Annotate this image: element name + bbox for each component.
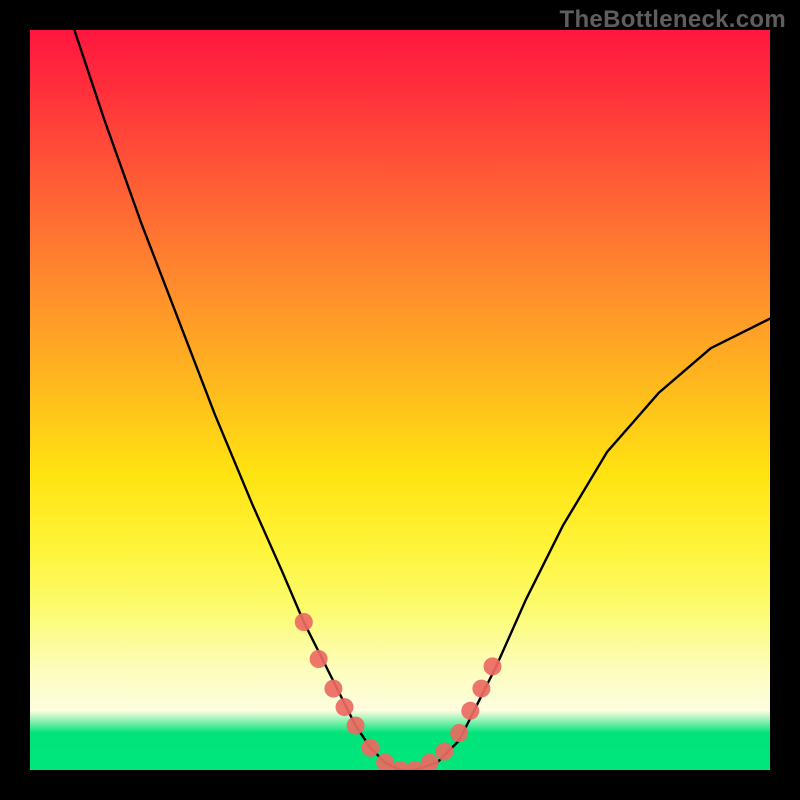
highlight-marker <box>461 702 479 720</box>
highlight-marker <box>472 680 490 698</box>
highlight-marker <box>361 739 379 757</box>
highlight-marker <box>324 680 342 698</box>
highlight-marker <box>336 698 354 716</box>
bottleneck-curve <box>74 30 770 770</box>
highlight-marker <box>347 717 365 735</box>
highlight-marker <box>310 650 328 668</box>
chart-frame <box>30 30 770 770</box>
highlight-marker <box>450 724 468 742</box>
highlight-marker <box>435 743 453 761</box>
highlight-marker <box>484 657 502 675</box>
highlight-marker <box>295 613 313 631</box>
highlight-marker <box>421 754 439 770</box>
chart-svg <box>30 30 770 770</box>
